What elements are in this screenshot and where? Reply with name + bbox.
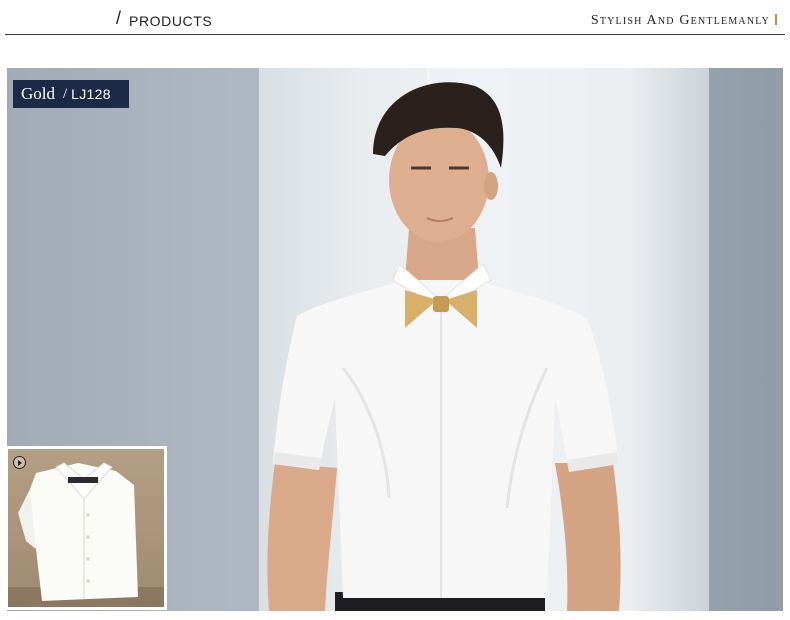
color-name: Gold	[21, 84, 55, 103]
play-circle-icon[interactable]	[13, 456, 26, 469]
tagline: Stylish And Gentlemanly	[591, 13, 777, 29]
header-divider	[5, 34, 785, 35]
header-slash: /	[116, 8, 122, 28]
shirt-thumbnail[interactable]	[5, 446, 167, 610]
folded-shirt-illustration	[8, 462, 164, 607]
product-code: LJ128	[71, 86, 111, 102]
page-header: / PRODUCTS Stylish And Gentlemanly	[0, 0, 790, 40]
tagline-text: Stylish And Gentlemanly	[590, 13, 770, 28]
section-title: PRODUCTS	[129, 13, 213, 29]
code-separator: /	[63, 85, 68, 102]
accent-bar	[775, 14, 777, 25]
color-code-tag: Gold / LJ128	[13, 80, 129, 108]
thumbnail-photo	[8, 449, 164, 607]
